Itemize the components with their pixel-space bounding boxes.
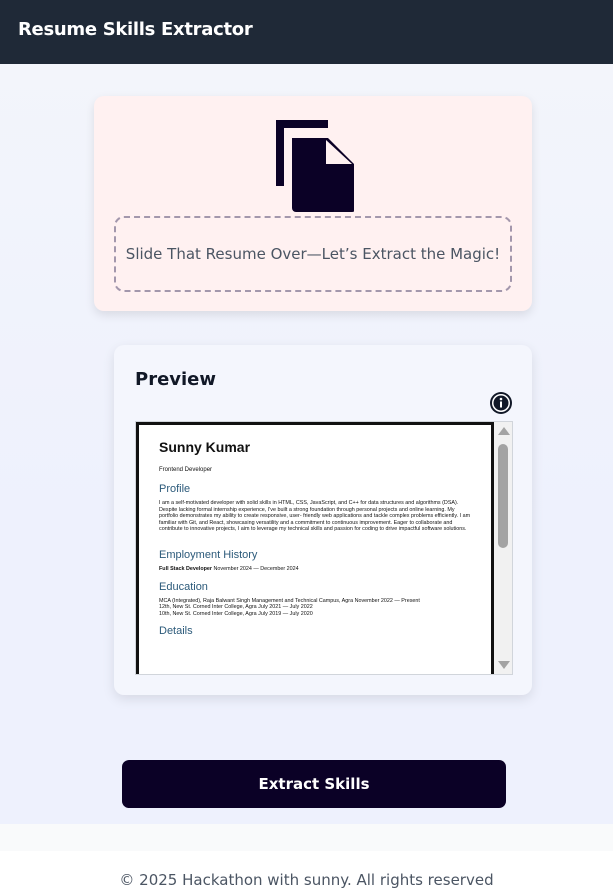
footer-text: © 2025 Hackathon with sunny. All rights … <box>119 871 494 889</box>
employment-entry: Full Stack Developer November 2024 — Dec… <box>159 566 471 573</box>
education-line: 12th, New St. Corned Inter College, Agra… <box>159 604 313 611</box>
app-header: Resume Skills Extractor <box>0 0 613 64</box>
info-icon[interactable] <box>489 391 513 415</box>
preview-title: Preview <box>135 369 217 390</box>
resume-preview-frame[interactable]: Sunny Kumar Frontend Developer Profile I… <box>135 421 513 675</box>
education-heading: Education <box>159 580 208 593</box>
dropzone-text: Slide That Resume Over—Let’s Extract the… <box>125 245 501 263</box>
preview-card: Preview Sunny Kumar Frontend Developer P… <box>114 345 532 695</box>
footer: © 2025 Hackathon with sunny. All rights … <box>0 851 613 895</box>
resume-dropzone[interactable]: Slide That Resume Over—Let’s Extract the… <box>114 216 512 292</box>
extract-skills-button[interactable]: Extract Skills <box>122 760 506 808</box>
employment-dates: November 2024 — December 2024 <box>213 565 299 572</box>
scroll-down-arrow-icon[interactable] <box>498 661 510 669</box>
scroll-up-arrow-icon[interactable] <box>498 427 510 435</box>
upload-card[interactable]: Slide That Resume Over—Let’s Extract the… <box>94 96 532 311</box>
employment-role: Full Stack Developer <box>159 565 213 572</box>
details-heading: Details <box>159 625 193 638</box>
employment-heading: Employment History <box>159 548 258 561</box>
education-line: 10th, New St. Corned Inter College, Agra… <box>159 610 313 617</box>
scroll-thumb[interactable] <box>498 444 508 548</box>
education-line: MCA (Integrated), Raja Balwant Singh Man… <box>159 597 420 604</box>
documents-copy-icon <box>276 120 354 212</box>
preview-scrollbar[interactable] <box>494 422 512 674</box>
profile-text: I am a self-motivated developer with sol… <box>159 500 471 533</box>
footer-band <box>0 824 613 851</box>
app-title: Resume Skills Extractor <box>18 19 253 40</box>
main-content: Slide That Resume Over—Let’s Extract the… <box>0 64 613 824</box>
profile-heading: Profile <box>159 483 191 495</box>
education-list: MCA (Integrated), Raja Balwant Singh Man… <box>159 598 471 618</box>
resume-document: Sunny Kumar Frontend Developer Profile I… <box>136 422 494 674</box>
resume-name: Sunny Kumar <box>159 439 251 455</box>
resume-role: Frontend Developer <box>159 467 213 473</box>
